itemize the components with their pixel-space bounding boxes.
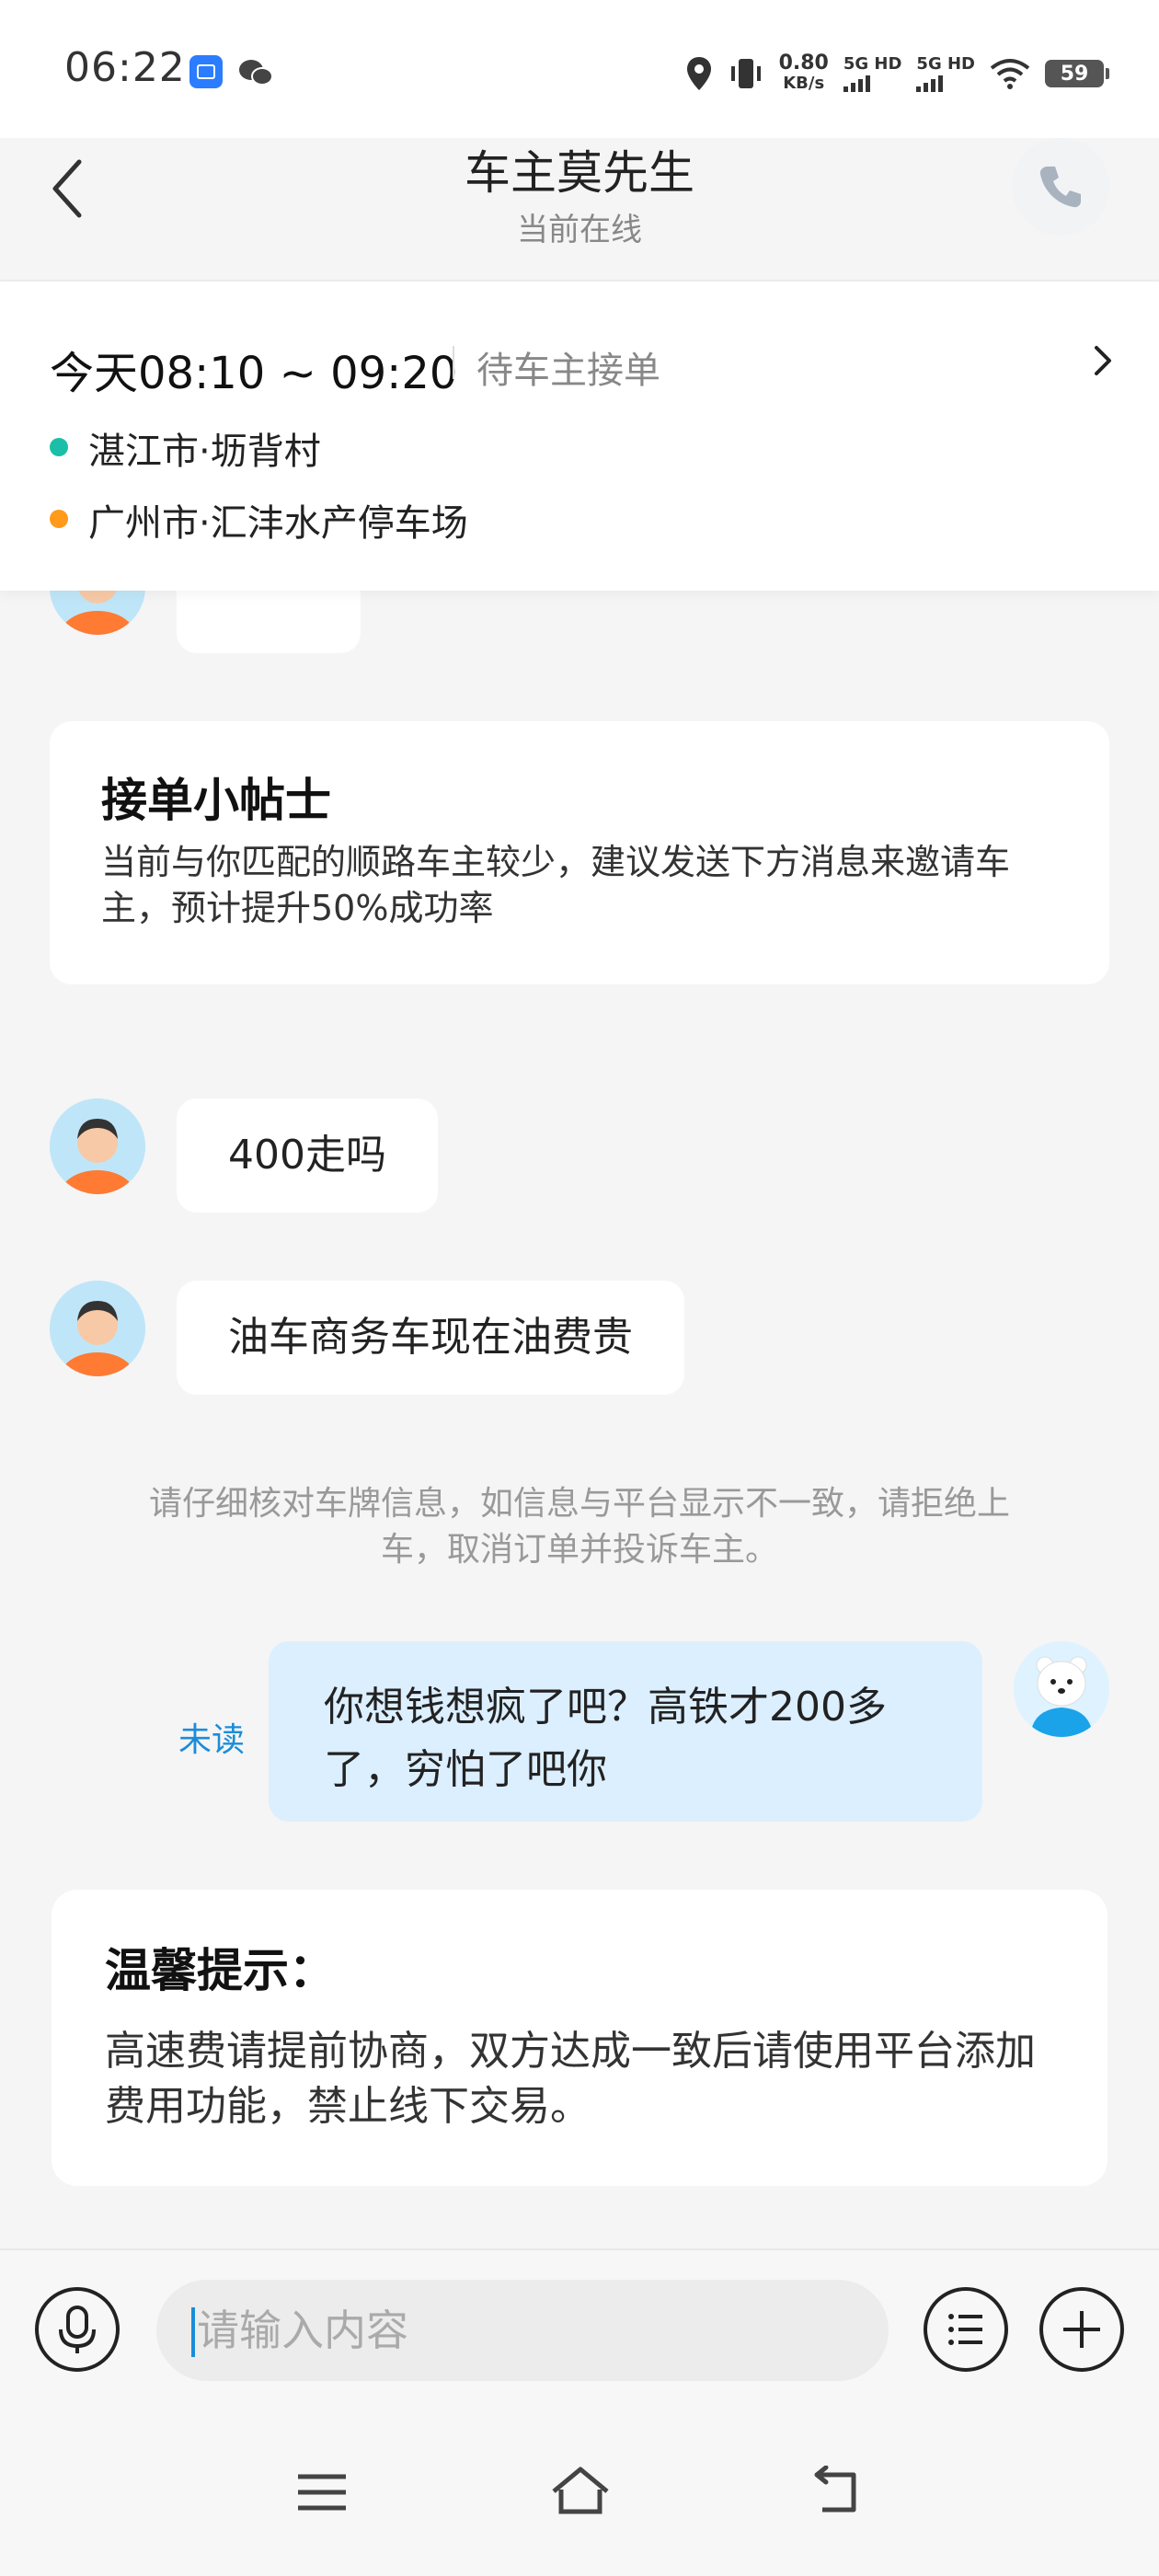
speed-unit: KB/s [783, 74, 825, 93]
status-right-group: 0.80 KB/s 5G HD 5G HD 59 [685, 46, 1109, 101]
trip-status: 待车主接单 [476, 350, 660, 392]
bear-avatar-icon [1014, 1641, 1109, 1737]
message-text: 你想钱想疯了吧？高铁才200多了，穷怕了吧你 [324, 1684, 887, 1793]
speed-value: 0.80 [778, 52, 829, 75]
tips-body: 当前与你匹配的顺路车主较少，建议发送下方消息来邀请车主，预计提升50%成功率 [101, 842, 1011, 928]
origin-dot [50, 438, 68, 456]
signal-1: 5G HD [843, 54, 902, 92]
wifi-icon [990, 59, 1030, 89]
battery-icon: 59 [1045, 60, 1109, 87]
location-icon [686, 57, 711, 90]
more-button[interactable] [1039, 2287, 1124, 2372]
driver-avatar[interactable] [50, 1098, 145, 1194]
status-time: 06:22 [64, 44, 186, 91]
driver-avatar-icon [50, 1098, 145, 1194]
trip-separator [453, 346, 454, 379]
trip-card[interactable]: 今天08:10 ~ 09:20 待车主接单 湛江市·坜背村 广州市·汇沣水产停车… [0, 282, 1159, 591]
plus-icon [1063, 2311, 1100, 2348]
signal-2: 5G HD [916, 55, 975, 92]
online-status: 当前在线 [517, 212, 642, 248]
page-title: 车主莫先生 [465, 146, 694, 200]
home-icon[interactable] [548, 2464, 613, 2519]
tips-card: 接单小帖士 当前与你匹配的顺路车主较少，建议发送下方消息来邀请车主，预计提升50… [50, 721, 1109, 984]
voice-button[interactable] [35, 2287, 120, 2372]
microphone-icon [59, 2306, 96, 2353]
chevron-right-icon[interactable] [1089, 342, 1117, 379]
signal-icon [843, 75, 902, 92]
message-input[interactable]: 请输入内容 [156, 2280, 889, 2381]
net-label-1: 5G HD [843, 54, 902, 74]
destination-dot [50, 510, 68, 528]
driver-avatar-icon [50, 1281, 145, 1376]
warm-tips-card: 温馨提示： 高速费请提前协商，双方达成一致后请使用平台添加费用功能，禁止线下交易… [52, 1890, 1107, 2186]
message-bubble-received: 油车商务车现在油费贵 [177, 1281, 684, 1395]
tips-title: 接单小帖士 [101, 774, 331, 827]
back-nav-icon[interactable] [809, 2466, 865, 2517]
vibrate-icon [730, 59, 761, 88]
menu-icon[interactable] [294, 2469, 350, 2515]
list-icon [948, 2314, 982, 2345]
warm-tips-body: 高速费请提前协商，双方达成一致后请使用平台添加费用功能，禁止线下交易。 [105, 2028, 1036, 2130]
trip-destination: 广州市·汇沣水产停车场 [88, 502, 468, 545]
status-bar: 06:22 0.80 KB/s 5G HD 5G HD 59 [0, 0, 1159, 138]
message-text: 油车商务车现在油费贵 [228, 1314, 633, 1361]
trip-time: 今天08:10 ~ 09:20 [50, 348, 458, 399]
trip-origin: 湛江市·坜背村 [88, 431, 321, 473]
driver-avatar[interactable] [50, 1281, 145, 1376]
phone-icon [1039, 167, 1081, 208]
net-label-2: 5G HD [916, 54, 975, 74]
system-notice: 请仔细核对车牌信息，如信息与平台显示不一致，请拒绝上车，取消订单并投诉车主。 [148, 1485, 1010, 1569]
system-nav-bar [0, 2410, 1159, 2576]
text-caret [191, 2307, 195, 2357]
signal-icon [916, 75, 975, 92]
input-placeholder: 请输入内容 [197, 2306, 408, 2355]
call-button[interactable] [1012, 138, 1109, 236]
my-avatar[interactable] [1014, 1641, 1109, 1737]
wechat-icon [239, 60, 273, 86]
input-bar: 请输入内容 [0, 2248, 1159, 2412]
app-notification-icon [189, 55, 223, 88]
message-text: 400走吗 [228, 1132, 386, 1179]
message-bubble-sent: 你想钱想疯了吧？高铁才200多了，穷怕了吧你 [269, 1641, 982, 1822]
quick-phrases-button[interactable] [924, 2287, 1008, 2372]
warm-tips-title: 温馨提示： [105, 1944, 335, 1997]
message-bubble-received: 400走吗 [177, 1098, 438, 1213]
network-speed: 0.80 KB/s [779, 53, 829, 94]
unread-label: 未读 [178, 1721, 246, 1759]
